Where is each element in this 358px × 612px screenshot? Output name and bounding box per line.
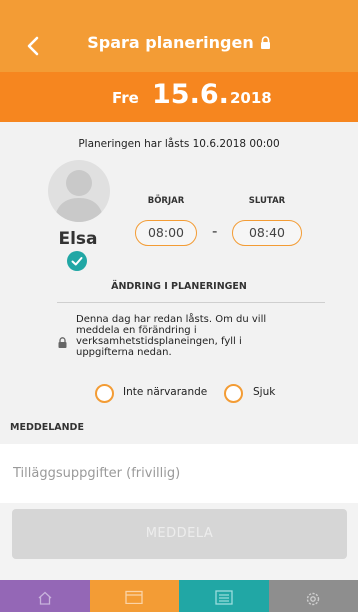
- avatar: [48, 160, 110, 222]
- divider: [57, 302, 325, 303]
- sick-radio[interactable]: [224, 384, 243, 403]
- start-time-field[interactable]: 08:00: [135, 220, 197, 246]
- lock-status-text: Planeringen har låsts 10.6.2018 00:00: [78, 138, 280, 150]
- date-day: 15.6.: [152, 79, 229, 110]
- settings-icon: [307, 592, 320, 606]
- change-section-title: ÄNDRING I PLANERINGEN: [111, 281, 247, 292]
- page-title-text: Spara planeringen: [87, 33, 254, 52]
- start-time-label: BÖRJAR: [147, 196, 185, 206]
- tab-settings[interactable]: [268, 580, 358, 612]
- lock-icon: [260, 34, 271, 53]
- tab-bar: [0, 580, 358, 612]
- status-bar: [0, 0, 358, 20]
- date-year: 2018: [230, 89, 272, 107]
- tab-calendar[interactable]: [89, 580, 179, 612]
- back-button[interactable]: [20, 32, 46, 60]
- sick-label: Sjuk: [253, 386, 276, 398]
- page-title: Spara planeringen: [60, 33, 298, 53]
- absent-radio[interactable]: [95, 384, 114, 403]
- lock-icon: [58, 333, 67, 348]
- end-time-label: SLUTAR: [248, 196, 286, 206]
- end-time-field[interactable]: 08:40: [232, 220, 302, 246]
- header-bar: Spara planeringen: [0, 20, 358, 72]
- locked-notice-text: Denna dag har redan låsts. Om du vill me…: [76, 314, 267, 358]
- absent-label: Inte närvarande: [123, 386, 208, 398]
- child-name: Elsa: [58, 229, 98, 249]
- tab-home[interactable]: [0, 580, 90, 612]
- send-button[interactable]: MEDDELA: [12, 509, 347, 559]
- message-label: MEDDELANDE: [10, 422, 84, 433]
- person-silhouette-icon: [54, 170, 104, 222]
- check-icon: [67, 251, 87, 271]
- chevron-left-icon: [27, 36, 39, 56]
- date-weekday: Fre: [112, 89, 139, 107]
- home-icon: [38, 591, 52, 605]
- message-input[interactable]: [0, 444, 358, 503]
- tab-messages[interactable]: [179, 580, 269, 612]
- date-bar: Fre 15.6. 2018: [0, 72, 358, 122]
- calendar-icon: [125, 590, 143, 604]
- messages-icon: [215, 590, 233, 605]
- time-separator: -: [212, 222, 218, 240]
